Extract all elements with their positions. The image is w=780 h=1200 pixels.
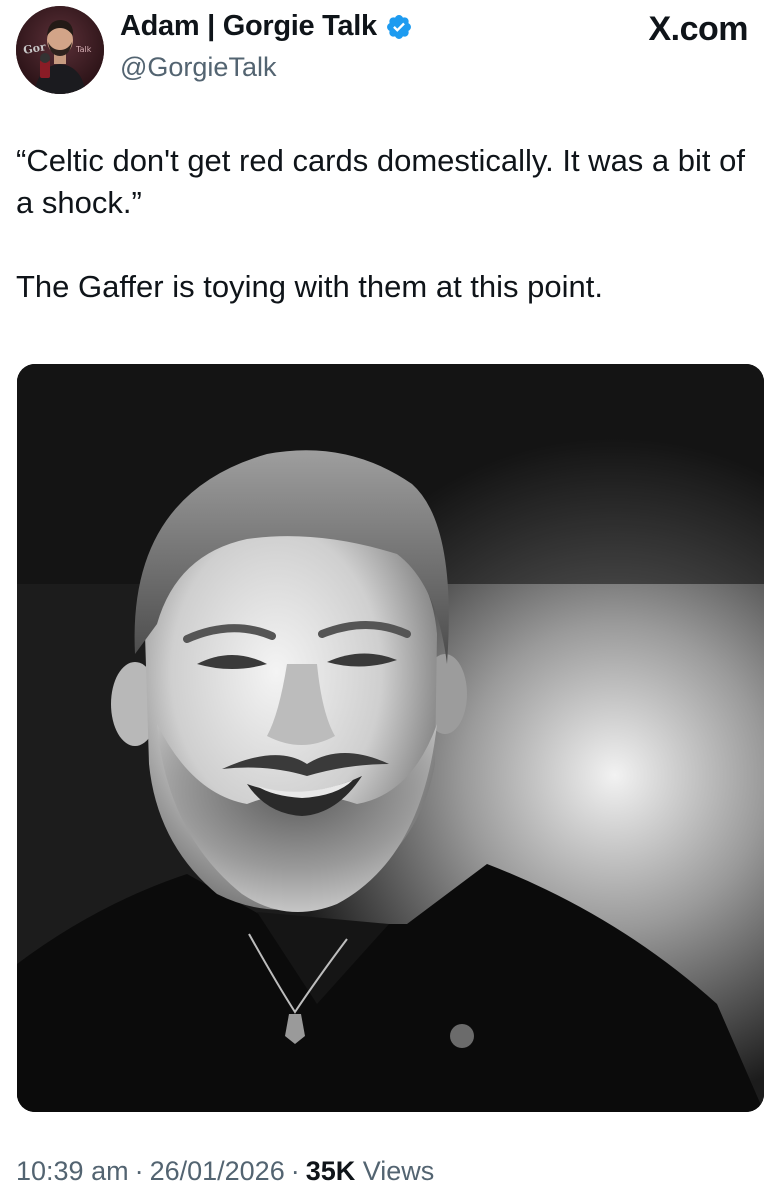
verified-badge-icon [385, 13, 413, 41]
author-display-name[interactable]: Adam | Gorgie Talk [120, 10, 377, 43]
author-handle[interactable]: @GorgieTalk [120, 52, 276, 83]
x-com-logo: X.com [648, 10, 748, 48]
tweet-paragraph: “Celtic don't get red cards domestically… [16, 143, 745, 220]
tweet-paragraph: The Gaffer is toying with them at this p… [16, 269, 603, 304]
tweet-card: Gor Talk Adam | Gorgie Talk @GorgieTalk … [0, 0, 780, 1200]
tweet-meta: 10:39 am · 26/01/2026 · 35K Views [16, 1156, 434, 1187]
meta-separator: · [134, 1156, 144, 1186]
author-name-row[interactable]: Adam | Gorgie Talk [120, 10, 413, 43]
author-avatar[interactable]: Gor Talk [16, 6, 104, 94]
photo-portrait-bw [17, 364, 764, 1112]
svg-text:Talk: Talk [75, 45, 92, 54]
meta-separator: · [290, 1156, 300, 1186]
views-label: Views [362, 1156, 435, 1186]
avatar-image: Gor Talk [16, 6, 104, 94]
tweet-date[interactable]: 26/01/2026 [150, 1156, 285, 1186]
views-count: 35K [305, 1156, 356, 1186]
tweet-text: “Celtic don't get red cards domestically… [16, 140, 756, 308]
tweet-photo[interactable] [17, 364, 764, 1112]
tweet-time[interactable]: 10:39 am [16, 1156, 129, 1186]
